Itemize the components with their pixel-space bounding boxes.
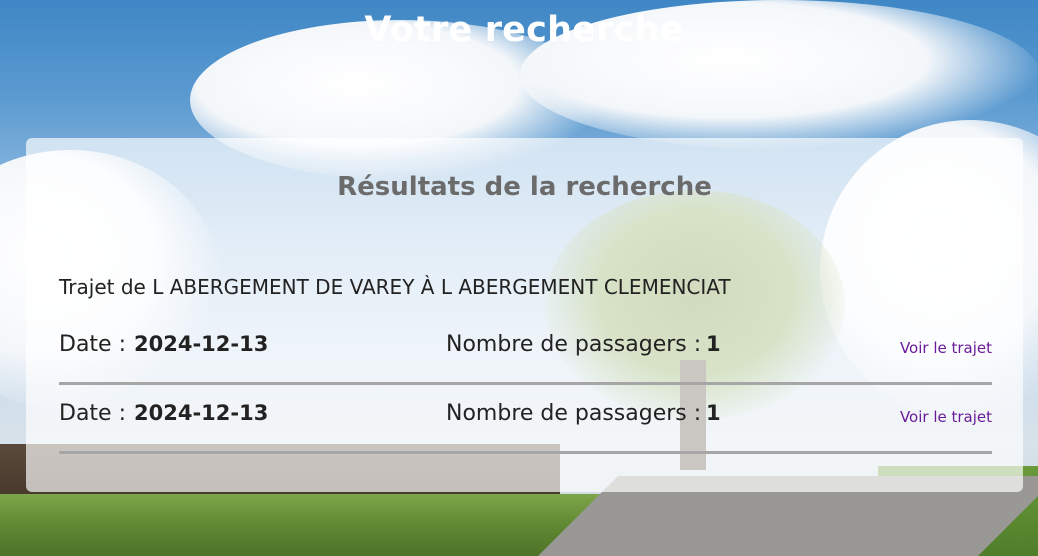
route-to: L ABERGEMENT CLEMENCIAT: [440, 275, 731, 299]
results-heading: Résultats de la recherche: [337, 172, 712, 202]
route-prefix: Trajet de: [59, 275, 153, 299]
result-row: Date : 2024-12-13 Nombre de passagers : …: [59, 332, 992, 385]
route-from: L ABERGEMENT DE VAREY: [152, 275, 415, 299]
view-trip-link[interactable]: Voir le trajet: [900, 408, 992, 426]
passengers-label: Nombre de passagers :: [446, 401, 702, 426]
passengers-label: Nombre de passagers :: [446, 332, 702, 357]
date-label: Date :: [59, 332, 126, 357]
date-value: 2024-12-13: [134, 332, 269, 356]
view-trip-link[interactable]: Voir le trajet: [900, 339, 992, 357]
results-card: Résultats de la recherche Trajet de L AB…: [26, 138, 1023, 492]
page: Votre recherche Résultats de la recherch…: [0, 0, 1038, 556]
result-row: Date : 2024-12-13 Nombre de passagers : …: [59, 401, 992, 454]
row-divider: [59, 451, 992, 454]
passengers-value: 1: [706, 401, 721, 425]
route-text: Trajet de L ABERGEMENT DE VAREY À L ABER…: [59, 275, 731, 299]
passengers-value: 1: [706, 332, 721, 356]
route-separator: À: [414, 275, 441, 299]
date-label: Date :: [59, 401, 126, 426]
page-title: Votre recherche: [364, 10, 684, 50]
date-value: 2024-12-13: [134, 401, 269, 425]
row-divider: [59, 382, 992, 385]
